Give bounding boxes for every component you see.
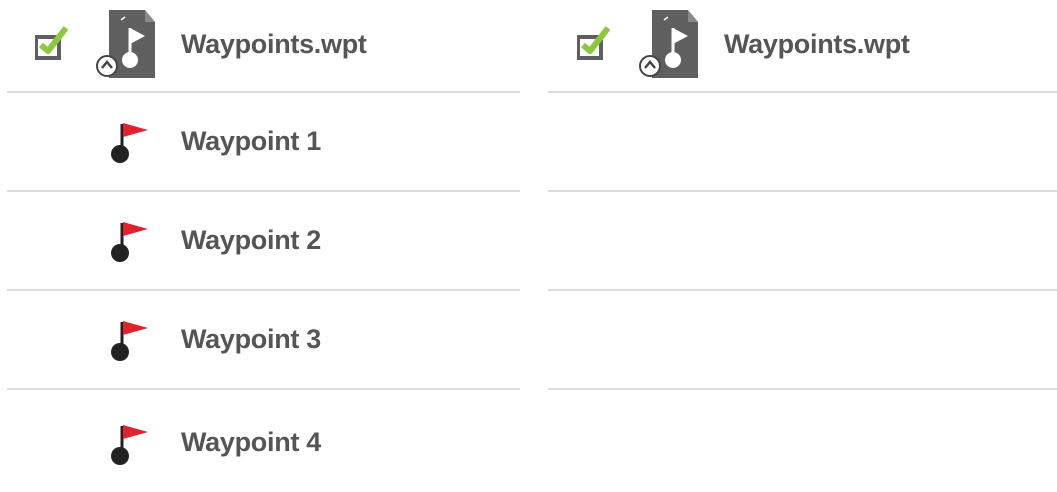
red-flag-icon [111,222,148,262]
waypoint-row[interactable]: Waypoint 4 [7,390,520,489]
file-row[interactable]: Waypoints.wpt [548,0,1057,93]
left-file-list: Waypoints.wpt Waypoint 1 Waypoint 2 Wayp… [7,0,520,489]
right-file-list: Waypoints.wpt [548,0,1057,390]
checked-checkbox-icon[interactable] [35,24,75,64]
waypoint-file-icon [96,10,155,78]
file-row[interactable]: Waypoints.wpt [7,0,520,93]
empty-row [548,291,1057,390]
empty-row [548,192,1057,291]
red-flag-icon [111,123,148,163]
waypoint-label: Waypoint 2 [181,225,322,255]
waypoint-file-icon [639,10,698,78]
waypoint-label: Waypoint 4 [181,427,322,457]
file-name-label: Waypoints.wpt [181,29,367,59]
waypoint-row[interactable]: Waypoint 2 [7,192,520,291]
waypoint-row[interactable]: Waypoint 3 [7,291,520,390]
red-flag-icon [111,425,148,465]
red-flag-icon [111,321,148,361]
waypoint-row[interactable]: Waypoint 1 [7,93,520,192]
waypoint-label: Waypoint 3 [181,324,322,354]
file-name-label: Waypoints.wpt [724,29,910,59]
waypoint-label: Waypoint 1 [181,126,322,156]
empty-row [548,93,1057,192]
checked-checkbox-icon[interactable] [577,24,617,64]
